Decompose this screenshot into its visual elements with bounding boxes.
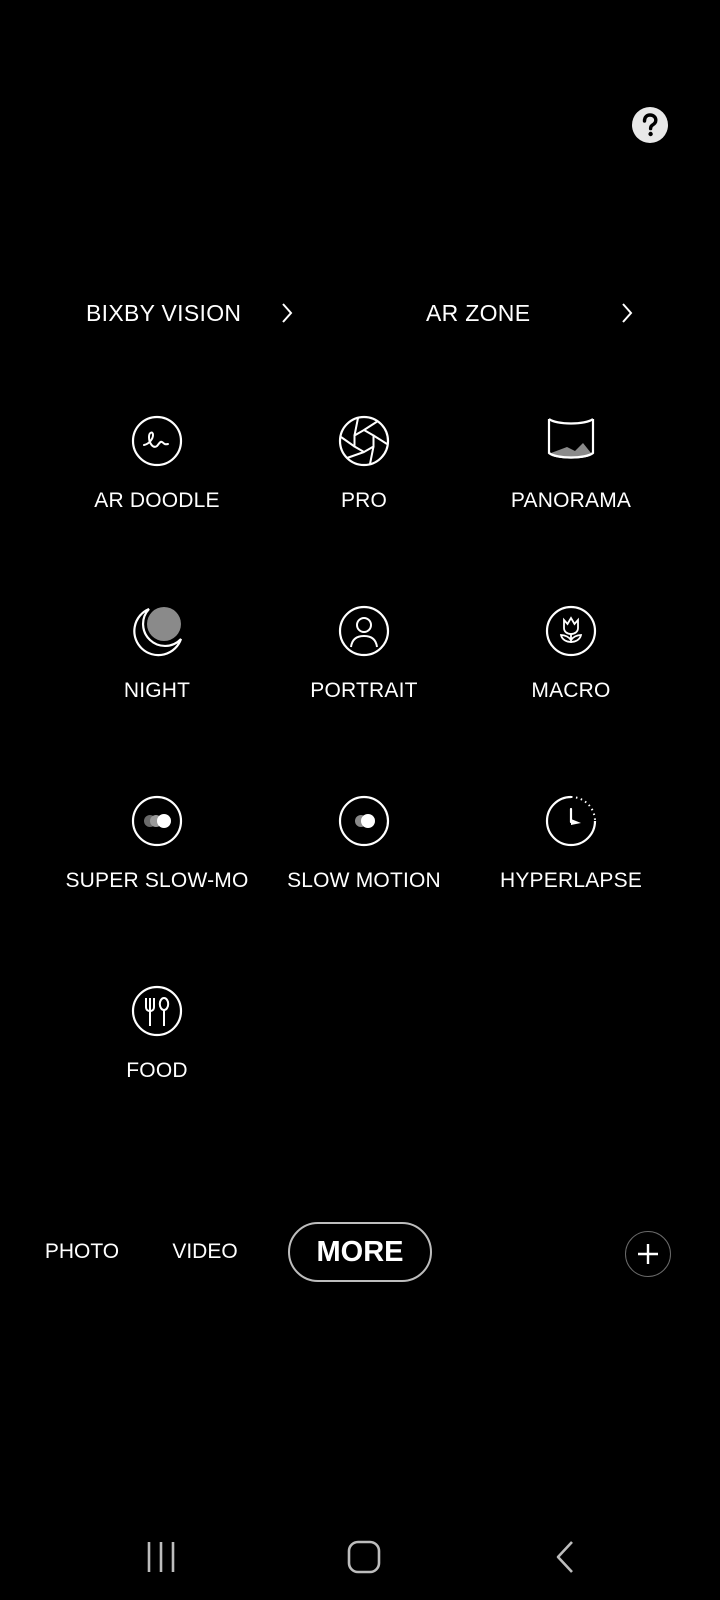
back-icon[interactable] xyxy=(548,1535,584,1579)
tab-more[interactable]: MORE xyxy=(288,1222,432,1282)
mode-night[interactable]: NIGHT xyxy=(52,603,262,703)
moon-icon xyxy=(133,607,183,657)
mode-portrait[interactable]: PORTRAIT xyxy=(259,603,469,703)
mode-label: NIGHT xyxy=(123,679,191,702)
mode-panorama[interactable]: PANORAMA xyxy=(466,413,676,513)
super-slow-mo-icon xyxy=(131,795,183,847)
mode-ar-doodle[interactable]: AR DOODLE xyxy=(52,413,262,513)
mode-label: MACRO xyxy=(531,679,611,702)
mode-food[interactable]: FOOD xyxy=(52,983,262,1083)
panorama-icon xyxy=(547,418,595,459)
plus-icon xyxy=(637,1243,658,1264)
mode-slow-motion[interactable]: SLOW MOTION xyxy=(259,793,469,893)
mode-macro[interactable]: MACRO xyxy=(466,603,676,703)
question-mark-icon xyxy=(642,113,658,137)
recents-icon[interactable] xyxy=(144,1535,180,1579)
mode-super-slow-mo[interactable]: SUPER SLOW-MO xyxy=(52,793,262,893)
ar-doodle-icon xyxy=(131,415,183,467)
shortcut-ar-zone[interactable]: AR ZONE xyxy=(426,288,636,338)
system-navigation-bar xyxy=(0,1535,720,1579)
tab-photo[interactable]: PHOTO xyxy=(37,1222,127,1282)
shortcut-bixby-vision[interactable]: BIXBY VISION xyxy=(86,288,296,338)
aperture-icon xyxy=(338,415,390,467)
mode-label: FOOD xyxy=(126,1059,188,1082)
add-mode-button[interactable] xyxy=(625,1231,671,1277)
shortcut-label: BIXBY VISION xyxy=(86,299,242,326)
help-button[interactable] xyxy=(632,107,668,143)
chevron-right-icon xyxy=(622,303,633,323)
flower-icon xyxy=(545,605,597,657)
mode-pro[interactable]: PRO xyxy=(259,413,469,513)
shortcut-label: AR ZONE xyxy=(426,299,531,326)
chevron-right-icon xyxy=(282,303,293,323)
mode-label: PANORAMA xyxy=(510,489,632,512)
mode-label: PRO xyxy=(340,489,388,512)
mode-label: SUPER SLOW-MO xyxy=(65,869,249,892)
mode-label: AR DOODLE xyxy=(94,489,220,512)
slow-motion-icon xyxy=(338,795,390,847)
person-icon xyxy=(338,605,390,657)
fork-spoon-icon xyxy=(131,985,183,1037)
mode-hyperlapse[interactable]: HYPERLAPSE xyxy=(466,793,676,893)
tab-video[interactable]: VIDEO xyxy=(160,1222,250,1282)
mode-label: HYPERLAPSE xyxy=(499,869,643,892)
mode-label: SLOW MOTION xyxy=(287,869,441,892)
mode-tabs: PHOTO VIDEO MORE xyxy=(0,1222,720,1286)
home-icon[interactable] xyxy=(344,1535,384,1579)
mode-label: PORTRAIT xyxy=(310,679,418,702)
hyperlapse-clock-icon xyxy=(545,795,597,847)
